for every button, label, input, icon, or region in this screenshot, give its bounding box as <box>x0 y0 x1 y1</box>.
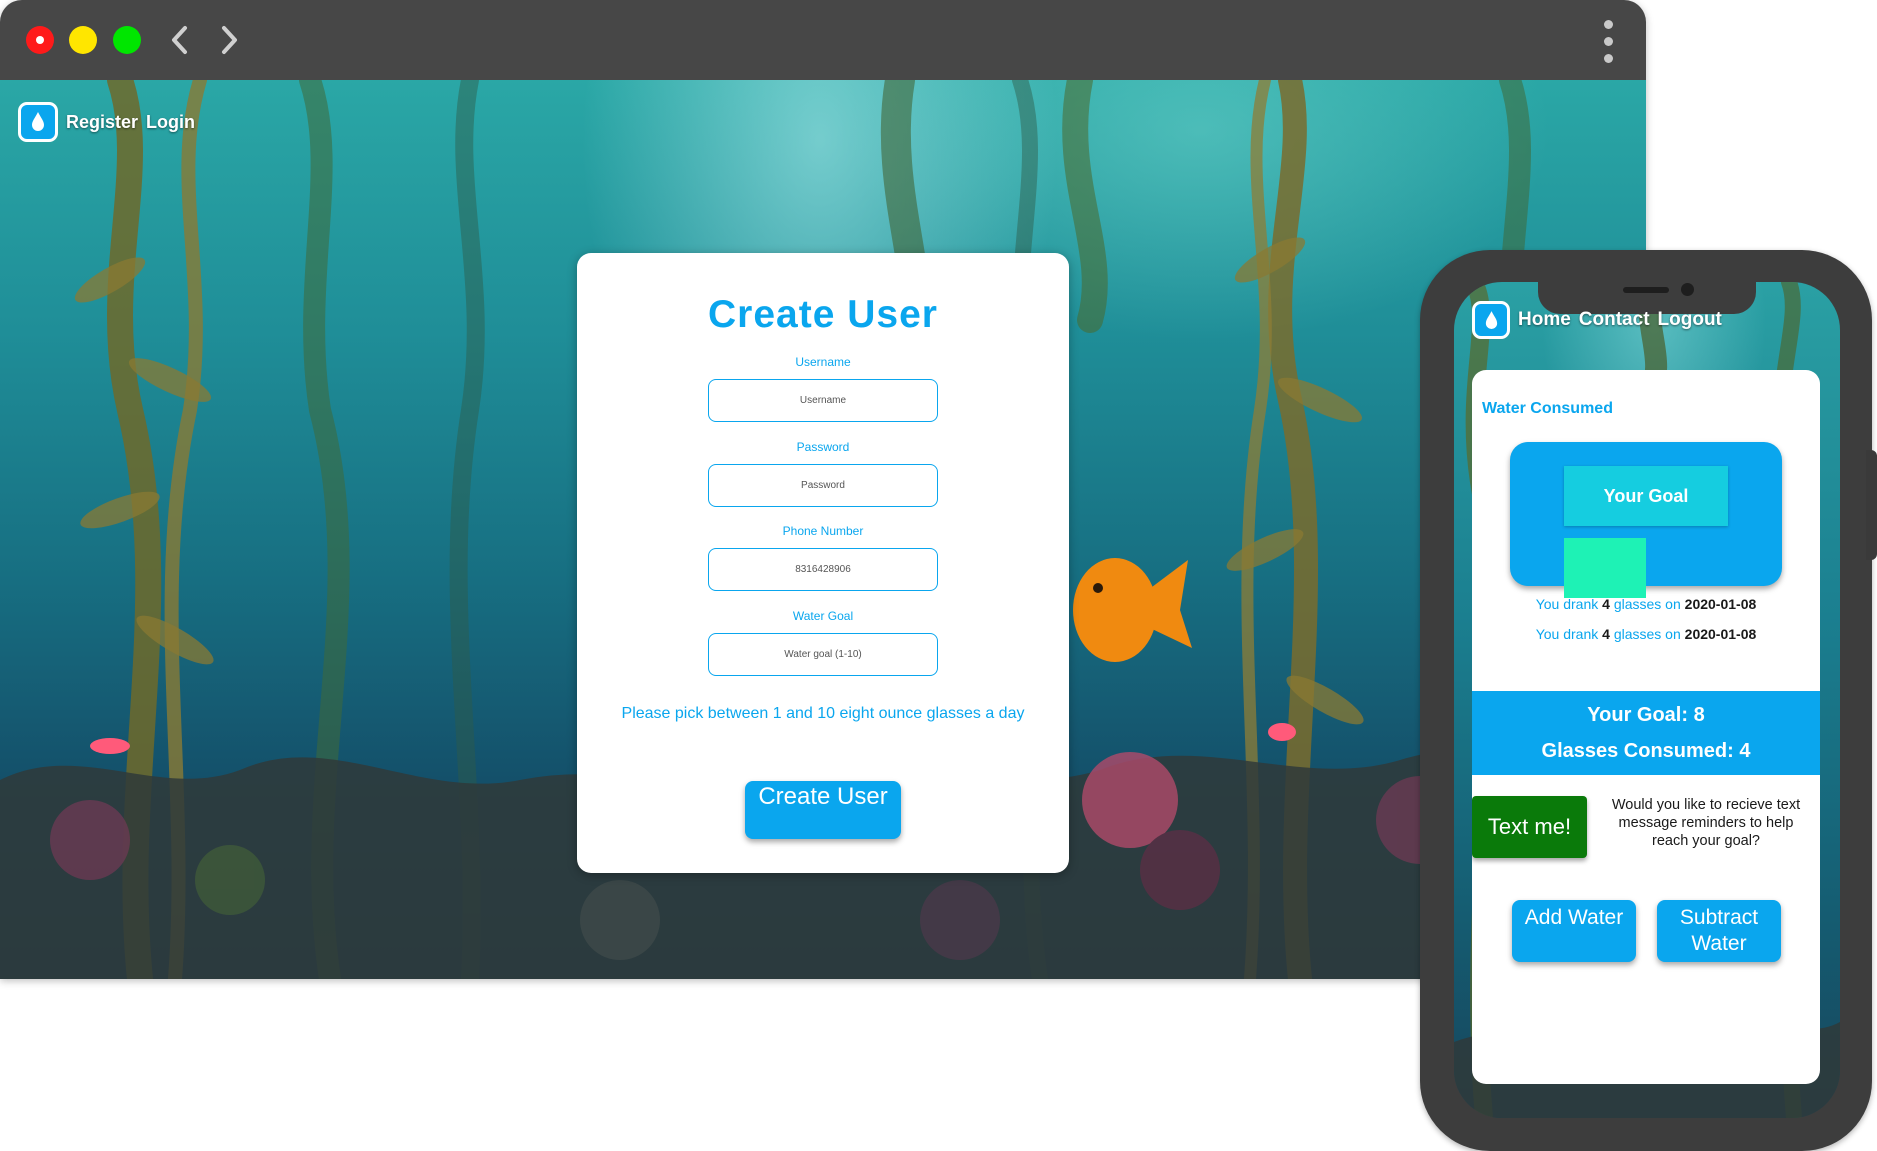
site-navbar: Register Login <box>18 100 195 144</box>
browser-toolbar <box>0 0 1646 80</box>
phone-side-button <box>1866 450 1877 560</box>
nav-contact-link[interactable]: Contact <box>1579 309 1650 331</box>
water-progress-graph: Your Goal <box>1510 442 1782 598</box>
desktop-browser-window: Register Login Create User Username User… <box>0 0 1646 979</box>
phone-number-input[interactable]: 8316428906 <box>708 548 938 591</box>
log-entry: You drank 4 glasses on 2020-01-08 <box>1535 626 1757 642</box>
nav-login-link[interactable]: Login <box>146 112 195 133</box>
minimize-window-button[interactable] <box>69 26 97 54</box>
mobile-navbar: Home Contact Logout <box>1472 300 1722 340</box>
chevron-left-icon[interactable] <box>160 18 200 62</box>
log-entry: You drank 4 glasses on 2020-01-08 <box>1535 596 1757 612</box>
username-input[interactable]: Username <box>708 379 938 422</box>
phone-speaker <box>1623 287 1669 293</box>
maximize-window-button[interactable] <box>113 26 141 54</box>
nav-home-link[interactable]: Home <box>1518 309 1571 331</box>
subtract-water-button[interactable]: Subtract Water <box>1657 900 1781 962</box>
water-drop-icon[interactable] <box>1472 301 1510 339</box>
password-input[interactable]: Password <box>708 464 938 507</box>
create-user-button[interactable]: Create User <box>745 781 901 839</box>
kebab-menu-icon[interactable] <box>1596 18 1620 66</box>
phone-camera <box>1681 283 1694 296</box>
create-user-form: Create User Username Username Password P… <box>577 253 1069 873</box>
password-label: Password <box>796 440 850 454</box>
text-reminder-prompt: Would you like to recieve text message r… <box>1611 797 1801 849</box>
goal-summary: Your Goal: 8 Glasses Consumed: 4 <box>1472 691 1820 775</box>
nav-register-link[interactable]: Register <box>66 112 138 133</box>
goal-text: Your Goal: 8 <box>1587 704 1705 726</box>
nav-logout-link[interactable]: Logout <box>1658 309 1722 331</box>
water-goal-label: Water Goal <box>792 609 854 623</box>
phone-number-label: Phone Number <box>782 524 864 538</box>
goal-bar: Your Goal <box>1564 466 1728 526</box>
glasses-consumed-text: Glasses Consumed: 4 <box>1541 740 1751 762</box>
chevron-right-icon[interactable] <box>209 18 249 62</box>
form-title: Create User <box>708 293 938 336</box>
water-drop-icon[interactable] <box>18 102 58 142</box>
close-window-button[interactable] <box>26 26 54 54</box>
username-label: Username <box>795 355 851 369</box>
water-goal-input[interactable]: Water goal (1-10) <box>708 633 938 676</box>
text-me-button[interactable]: Text me! <box>1472 796 1587 858</box>
water-goal-hint: Please pick between 1 and 10 eight ounce… <box>621 705 1025 722</box>
water-dashboard: Water Consumed Your Goal You drank 4 gla… <box>1472 370 1820 1084</box>
add-water-button[interactable]: Add Water <box>1512 900 1636 962</box>
consumed-bar <box>1564 538 1646 598</box>
water-consumed-heading: Water Consumed <box>1482 400 1613 417</box>
